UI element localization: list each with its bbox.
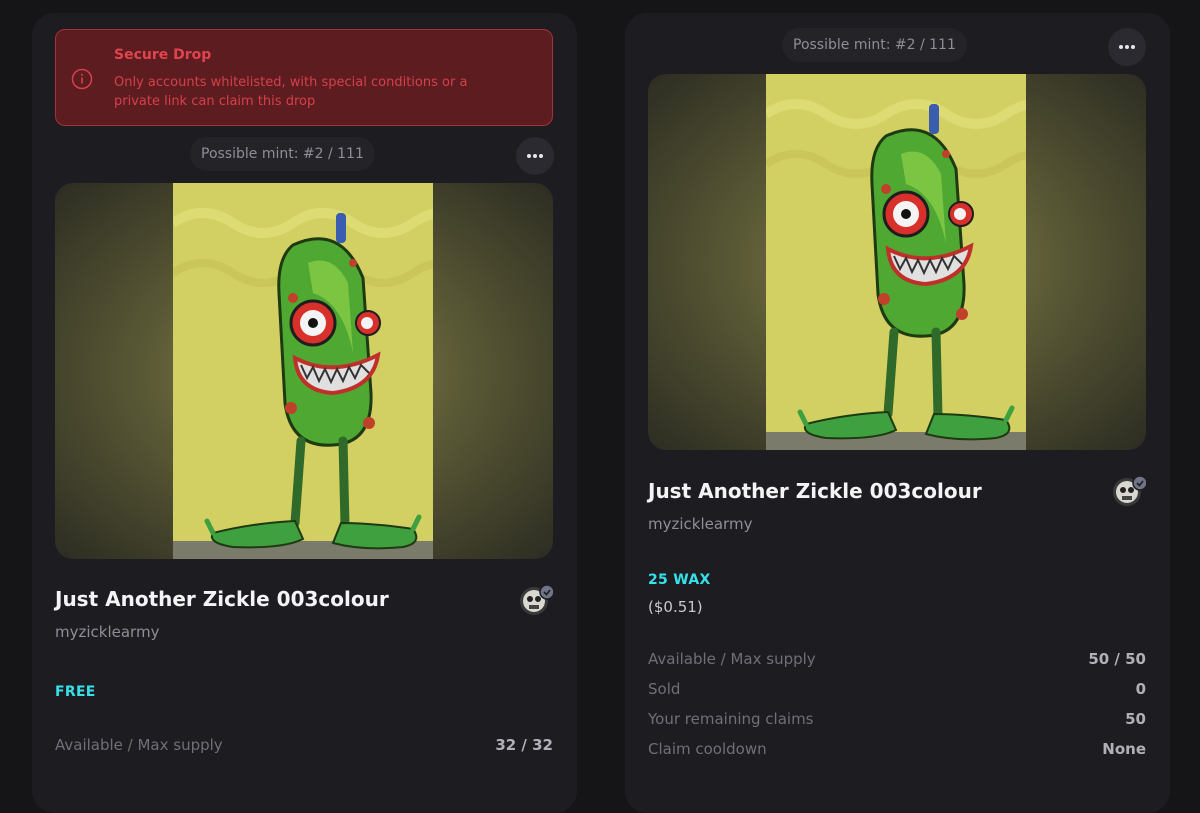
nft-title: Just Another Zickle 003colour: [648, 479, 982, 503]
more-options-button[interactable]: [516, 137, 554, 175]
secure-drop-alert: Secure Drop Only accounts whitelisted, w…: [55, 29, 553, 126]
stat-row-available-supply: Available / Max supply 32 / 32: [55, 736, 553, 756]
possible-mint-badge: Possible mint: #2 / 111: [190, 137, 375, 171]
stat-label: Your remaining claims: [648, 710, 814, 728]
alert-text: Only accounts whitelisted, with special …: [114, 75, 468, 109]
zickle-image: [173, 183, 433, 559]
stat-label: Available / Max supply: [55, 736, 223, 754]
drop-card-left: Secure Drop Only accounts whitelisted, w…: [32, 13, 577, 813]
more-options-button[interactable]: [1108, 28, 1146, 66]
price-usd: ($0.51): [648, 598, 703, 616]
nft-artwork[interactable]: [55, 183, 553, 559]
stat-label: Claim cooldown: [648, 740, 767, 758]
nft-title: Just Another Zickle 003colour: [55, 587, 389, 611]
stat-row-remaining-claims: Your remaining claims 50: [648, 710, 1146, 730]
collection-name-link[interactable]: myzicklearmy: [648, 515, 752, 533]
stat-value: 0: [1135, 680, 1146, 698]
more-dots-icon: [1118, 44, 1136, 50]
possible-mint-badge: Possible mint: #2 / 111: [782, 28, 967, 62]
nft-artwork[interactable]: [648, 74, 1146, 450]
price-label: FREE: [55, 684, 96, 700]
drop-card-right: Possible mint: #2 / 111 Just Another Zic…: [625, 13, 1170, 813]
price-label: 25 WAX: [648, 572, 711, 588]
stat-value: 32 / 32: [495, 736, 553, 754]
stat-row-claim-cooldown: Claim cooldown None: [648, 740, 1146, 760]
collection-avatar[interactable]: [1112, 475, 1146, 509]
stat-row-available-supply: Available / Max supply 50 / 50: [648, 650, 1146, 670]
stat-value: None: [1102, 740, 1146, 758]
stat-row-sold: Sold 0: [648, 680, 1146, 700]
stat-label: Available / Max supply: [648, 650, 816, 668]
collection-avatar[interactable]: [519, 584, 553, 618]
stat-value: 50: [1125, 710, 1146, 728]
alert-title: Secure Drop: [114, 47, 212, 63]
info-circle-icon: [71, 68, 93, 90]
stat-value: 50 / 50: [1088, 650, 1146, 668]
stat-label: Sold: [648, 680, 681, 698]
zickle-image: [766, 74, 1026, 450]
collection-name-link[interactable]: myzicklearmy: [55, 623, 159, 641]
more-dots-icon: [526, 153, 544, 159]
